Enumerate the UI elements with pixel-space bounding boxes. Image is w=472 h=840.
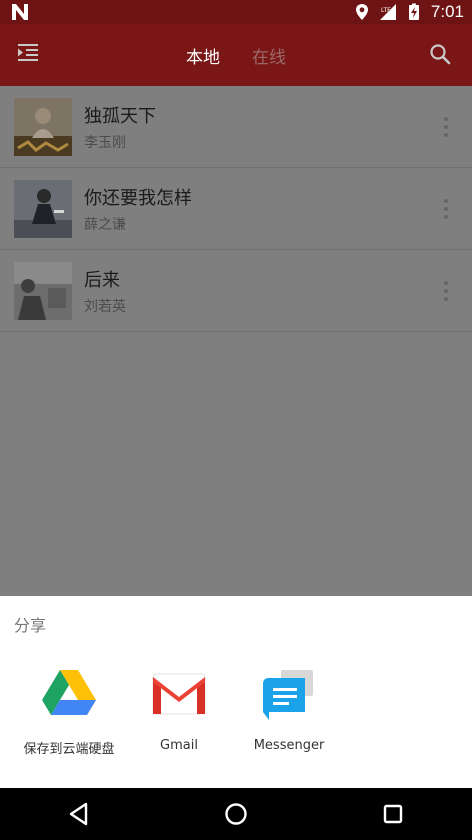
status-time: 7:01 <box>430 2 464 21</box>
battery-charging-icon <box>408 3 419 20</box>
song-list: 独孤天下 李玉刚 你还要我怎样 薛之谦 后来 刘若英 <box>0 86 472 596</box>
back-icon[interactable] <box>64 799 94 829</box>
song-title: 你还要我怎样 <box>84 188 192 209</box>
app-bar: 本地 在线 <box>0 24 472 86</box>
svg-text:LTE: LTE <box>381 7 391 14</box>
share-target-label: Messenger <box>253 738 325 753</box>
album-cover <box>14 98 72 156</box>
song-artist: 薛之谦 <box>84 217 126 233</box>
share-sheet: 分享 保存到云端硬盘 Gmail Messenger <box>0 596 472 788</box>
notification-n-icon <box>12 4 28 20</box>
share-sheet-title: 分享 <box>14 616 47 635</box>
song-row[interactable]: 独孤天下 李玉刚 <box>0 86 472 168</box>
navigation-bar <box>0 788 472 840</box>
song-title: 后来 <box>84 270 120 291</box>
album-cover <box>14 180 72 238</box>
tab-bar: 本地 在线 <box>0 24 472 86</box>
status-icons: LTE 7:01 <box>353 0 464 24</box>
home-icon[interactable] <box>221 799 251 829</box>
song-artist: 刘若英 <box>84 299 126 315</box>
search-icon[interactable] <box>428 42 452 66</box>
more-vert-icon[interactable] <box>438 278 454 304</box>
tab-local[interactable]: 本地 <box>186 43 220 68</box>
google-drive-icon <box>42 670 96 715</box>
messenger-icon <box>263 670 313 720</box>
gmail-icon <box>152 673 206 715</box>
tab-online[interactable]: 在线 <box>252 43 286 68</box>
share-target-google-drive[interactable]: 保存到云端硬盘 <box>14 668 124 757</box>
album-cover <box>14 262 72 320</box>
share-target-messenger[interactable]: Messenger <box>234 668 344 753</box>
song-row[interactable]: 后来 刘若英 <box>0 250 472 332</box>
share-target-label: 保存到云端硬盘 <box>23 742 115 757</box>
more-vert-icon[interactable] <box>438 196 454 222</box>
share-target-label: Gmail <box>160 738 198 753</box>
more-vert-icon[interactable] <box>438 114 454 140</box>
status-bar: LTE 7:01 <box>0 0 472 24</box>
song-title: 独孤天下 <box>84 106 156 127</box>
share-target-gmail[interactable]: Gmail <box>124 668 234 753</box>
song-artist: 李玉刚 <box>84 135 126 151</box>
recents-icon[interactable] <box>378 799 408 829</box>
song-row[interactable]: 你还要我怎样 薛之谦 <box>0 168 472 250</box>
signal-icon: LTE <box>379 4 396 20</box>
location-icon <box>355 4 368 20</box>
